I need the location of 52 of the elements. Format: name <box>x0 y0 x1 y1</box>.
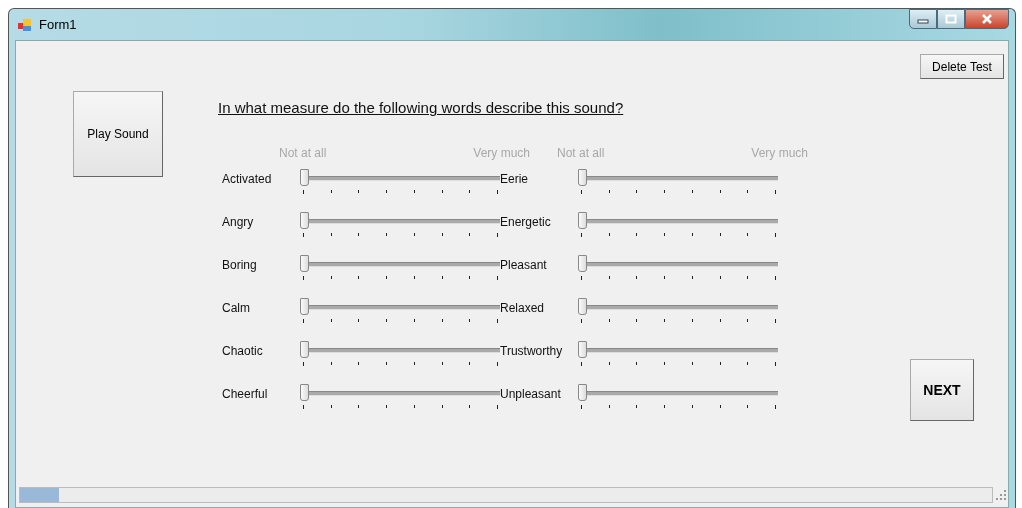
scale-high-label: Very much <box>473 146 530 160</box>
slider-thumb[interactable] <box>300 212 309 229</box>
resize-grip-icon[interactable] <box>996 490 1006 500</box>
word-label: Pleasant <box>500 257 548 274</box>
slider-thumb[interactable] <box>578 341 587 358</box>
word-label: Calm <box>222 300 251 317</box>
rating-slider[interactable] <box>578 212 778 236</box>
next-button[interactable]: NEXT <box>910 359 974 421</box>
slider-thumb[interactable] <box>300 169 309 186</box>
rating-slider[interactable] <box>578 341 778 365</box>
word-label: Relaxed <box>500 300 546 317</box>
word-label: Boring <box>222 257 258 274</box>
word-label: Eerie <box>500 171 529 188</box>
word-label: Cheerful <box>222 386 269 403</box>
rating-slider[interactable] <box>578 255 778 279</box>
scale-low-label: Not at all <box>557 146 605 160</box>
slider-thumb[interactable] <box>578 298 587 315</box>
rating-slider[interactable] <box>300 298 500 322</box>
play-sound-button[interactable]: Play Sound <box>73 91 163 177</box>
slider-thumb[interactable] <box>300 384 309 401</box>
slider-thumb[interactable] <box>300 255 309 272</box>
slider-thumb[interactable] <box>578 255 587 272</box>
slider-thumb[interactable] <box>300 341 309 358</box>
maximize-button[interactable] <box>937 9 965 29</box>
app-icon <box>17 16 33 33</box>
word-label: Angry <box>222 214 255 231</box>
slider-thumb[interactable] <box>578 169 587 186</box>
slider-thumb[interactable] <box>300 298 309 315</box>
scale-high-label: Very much <box>751 146 808 160</box>
word-label: Trustworthy <box>500 343 564 360</box>
rating-slider[interactable] <box>578 298 778 322</box>
word-label: Unpleasant <box>500 386 562 403</box>
minimize-button[interactable] <box>909 9 937 29</box>
scale-low-label: Not at all <box>279 146 327 160</box>
word-label: Chaotic <box>222 343 264 360</box>
slider-thumb[interactable] <box>578 384 587 401</box>
window-title: Form1 <box>39 17 77 32</box>
rating-slider[interactable] <box>300 255 500 279</box>
rating-slider[interactable] <box>300 212 500 236</box>
rating-slider[interactable] <box>300 169 500 193</box>
delete-test-button[interactable]: Delete Test <box>920 54 1004 79</box>
slider-thumb[interactable] <box>578 212 587 229</box>
word-label: Activated <box>222 171 273 188</box>
rating-slider[interactable] <box>300 384 500 408</box>
rating-slider[interactable] <box>300 341 500 365</box>
rating-slider[interactable] <box>578 169 778 193</box>
rating-slider[interactable] <box>578 384 778 408</box>
word-label: Energetic <box>500 214 552 231</box>
close-button[interactable] <box>965 9 1009 29</box>
maximize-icon <box>945 14 957 24</box>
question-text: In what measure do the following words describe this sound? <box>218 99 625 116</box>
close-icon <box>981 14 993 24</box>
